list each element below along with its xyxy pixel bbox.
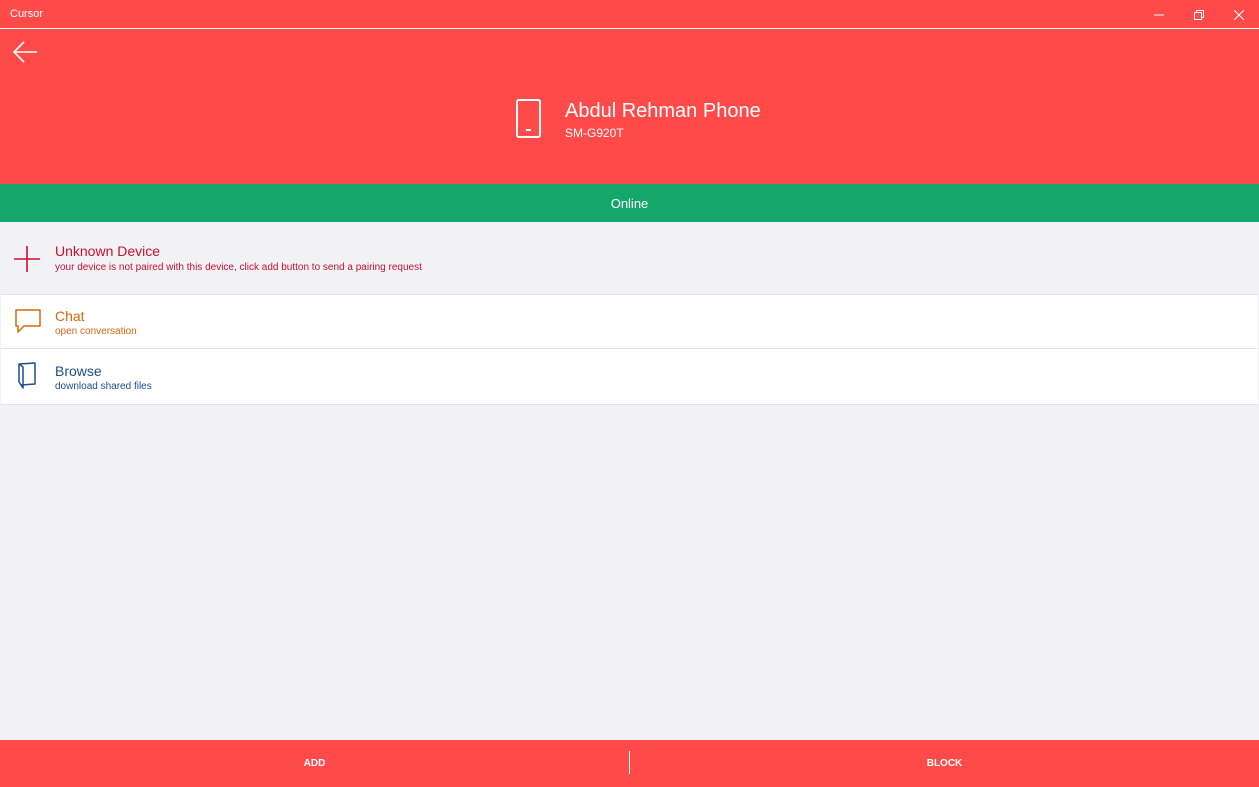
chat-subtitle: open conversation [55,326,137,337]
close-icon [1234,9,1244,20]
status-bar: Online [0,184,1259,222]
device-name: Abdul Rehman Phone [565,100,761,122]
chat-title: Chat [55,308,85,324]
device-model: SM-G920T [565,126,624,140]
unknown-device-row: Unknown Device your device is not paired… [1,222,1258,294]
close-button[interactable] [1219,0,1259,29]
chat-bubble-icon [15,309,41,333]
browse-row[interactable]: Browse download shared files [1,349,1258,405]
app-title: Cursor [10,8,44,20]
device-header: Abdul Rehman Phone SM-G920T [0,29,1259,184]
restore-button[interactable] [1179,0,1219,29]
title-bar: Cursor [0,0,1259,29]
chat-row[interactable]: Chat open conversation [1,294,1258,349]
unknown-device-subtitle: your device is not paired with this devi… [55,262,422,273]
restore-icon [1194,9,1204,20]
block-button[interactable]: BLOCK [630,740,1259,787]
browse-title: Browse [55,363,102,379]
book-icon [18,362,36,389]
arrow-left-icon [12,41,37,63]
unknown-device-title: Unknown Device [55,243,161,259]
minimize-button[interactable] [1139,0,1179,29]
browse-subtitle: download shared files [55,381,152,392]
phone-icon [516,99,541,138]
minimize-icon [1154,14,1164,15]
plus-icon [14,246,40,272]
add-button[interactable]: ADD [0,740,629,787]
action-bar: ADD BLOCK [0,740,1259,787]
back-button[interactable] [8,37,42,67]
status-label: Online [610,195,649,211]
